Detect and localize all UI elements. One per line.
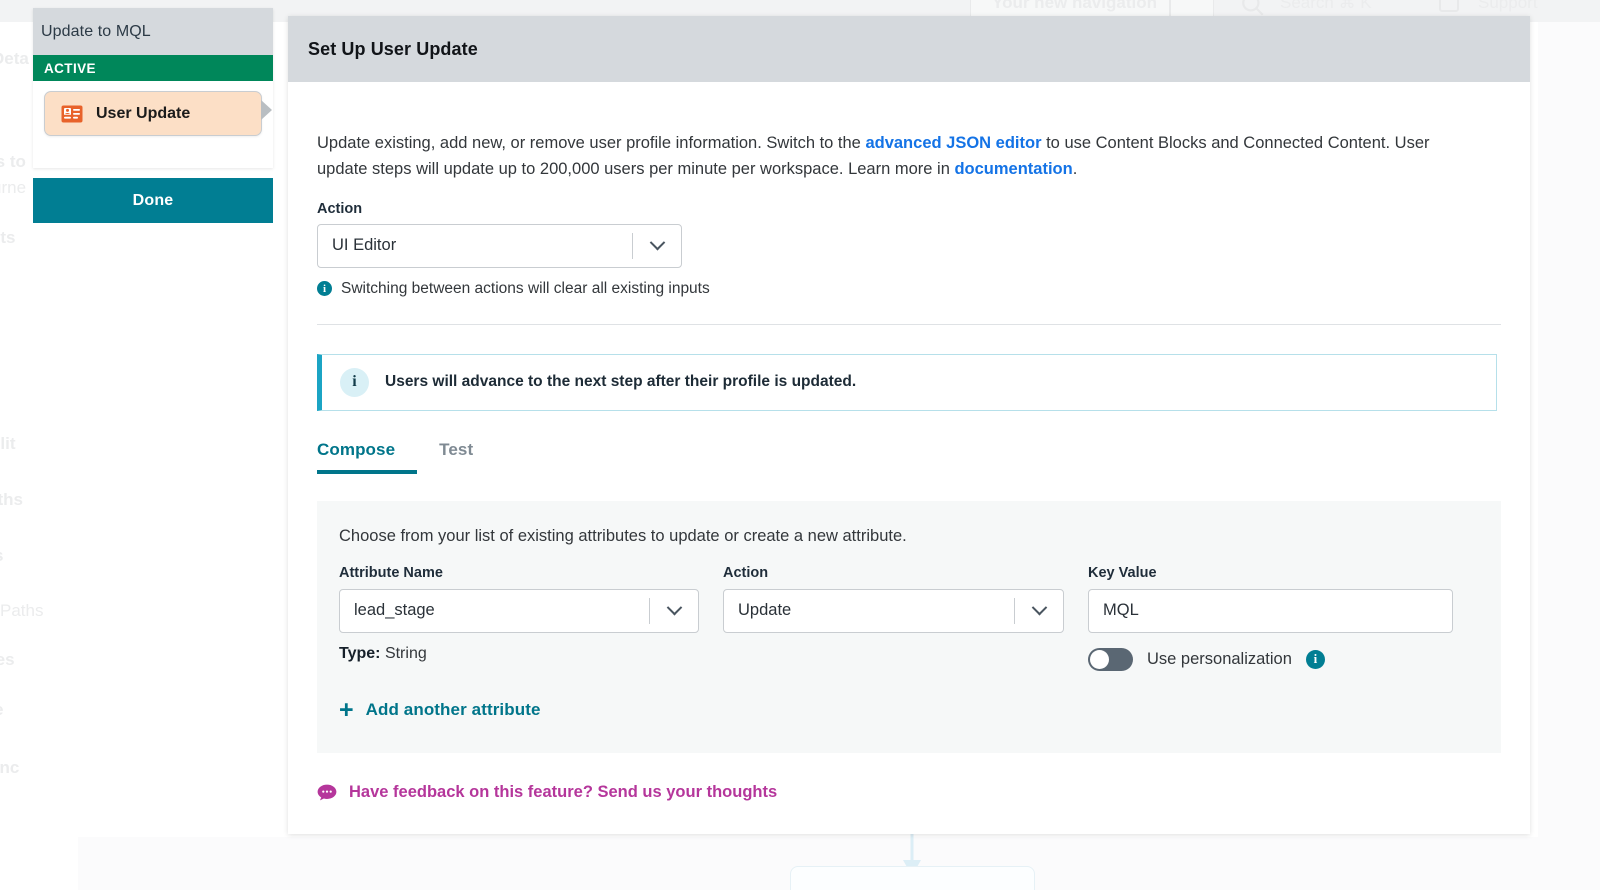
- page-title: Set Up User Update: [308, 39, 478, 60]
- action-hint-row: i Switching between actions will clear a…: [317, 280, 1501, 298]
- background-faint-text: tes: [0, 650, 15, 670]
- key-value-text: MQL: [1089, 601, 1452, 620]
- attributes-card: Choose from your list of existing attrib…: [317, 501, 1501, 753]
- setup-modal: Set Up User Update Update existing, add …: [288, 16, 1530, 834]
- background-faint-text: s: [0, 546, 3, 566]
- attribute-action-select[interactable]: Update: [723, 589, 1064, 633]
- personalization-row: Use personalization i: [1088, 648, 1453, 671]
- background-faint-text: urne: [0, 178, 26, 198]
- info-icon[interactable]: i: [1306, 650, 1325, 669]
- attribute-action-value: Update: [724, 601, 1014, 620]
- tab-bar: Compose Test: [317, 440, 1501, 474]
- background-faint-text: nts: [0, 228, 16, 248]
- intro-part1: Update existing, add new, or remove user…: [317, 134, 865, 152]
- background-faint-text: e: [0, 700, 3, 720]
- action-select-value: UI Editor: [318, 236, 632, 255]
- attribute-type-row: Type: String: [339, 645, 699, 663]
- step-status-bar: ACTIVE: [33, 55, 273, 81]
- grid-gap: [699, 565, 723, 671]
- attribute-key-value-cell: Key Value MQL Use personalization i: [1088, 565, 1453, 671]
- action-label: Action: [317, 201, 1501, 217]
- step-panel-header: Update to MQL: [33, 8, 273, 55]
- background-nav-hint: Your new navigation: [992, 0, 1157, 13]
- toggle-knob: [1090, 650, 1109, 669]
- add-another-attribute-button[interactable]: + Add another attribute: [339, 698, 1479, 723]
- use-personalization-label: Use personalization: [1147, 650, 1292, 669]
- chevron-down-icon[interactable]: [633, 240, 681, 251]
- step-card-wrap: User Update: [33, 81, 273, 136]
- id-card-icon: [61, 105, 83, 123]
- attribute-name-cell: Attribute Name lead_stage Type: String: [339, 565, 699, 671]
- done-button[interactable]: Done: [33, 178, 273, 223]
- info-callout: i Users will advance to the next step af…: [317, 354, 1497, 411]
- column-header-attribute-name: Attribute Name: [339, 565, 699, 581]
- feedback-link[interactable]: Have feedback on this feature? Send us y…: [317, 783, 1501, 802]
- column-header-key-value: Key Value: [1088, 565, 1453, 581]
- attribute-name-value: lead_stage: [340, 601, 649, 620]
- background-faint-text: Deta: [0, 49, 29, 69]
- background-faint-text: aths: [0, 490, 23, 510]
- info-callout-text: Users will advance to the next step afte…: [385, 373, 856, 391]
- chevron-down-icon[interactable]: [650, 605, 698, 616]
- background-search-label: Search ⌘ K: [1280, 0, 1372, 13]
- documentation-link[interactable]: documentation: [954, 160, 1072, 178]
- action-hint-text: Switching between actions will clear all…: [341, 280, 710, 298]
- chevron-down-icon[interactable]: [1015, 605, 1063, 616]
- intro-part3: .: [1073, 160, 1078, 178]
- background-faint-text: ts to: [0, 152, 26, 172]
- plus-icon: +: [339, 698, 354, 723]
- background-faint-text: Paths: [0, 601, 43, 621]
- add-another-attribute-label: Add another attribute: [366, 700, 541, 720]
- support-icon: [1438, 0, 1462, 17]
- attribute-type-label: Type:: [339, 645, 380, 662]
- grid-gap: [1064, 565, 1088, 671]
- feedback-label: Have feedback on this feature? Send us y…: [349, 783, 777, 802]
- modal-header: Set Up User Update: [288, 16, 1530, 82]
- tab-compose[interactable]: Compose: [317, 440, 395, 474]
- info-icon: i: [340, 368, 369, 397]
- background-faint-text: ync: [0, 758, 19, 778]
- chat-bubble-icon: [317, 784, 337, 801]
- use-personalization-toggle[interactable]: [1088, 648, 1133, 671]
- flow-node-placeholder: [790, 866, 1035, 890]
- modal-body: Update existing, add new, or remove user…: [288, 99, 1530, 802]
- screen-root: Your new navigation Search ⌘ K Support D…: [0, 0, 1600, 890]
- step-card-label: User Update: [96, 105, 190, 123]
- attribute-type-value: String: [385, 645, 427, 662]
- advanced-json-editor-link[interactable]: advanced JSON editor: [865, 134, 1041, 152]
- section-divider: [317, 324, 1501, 325]
- attributes-row: Attribute Name lead_stage Type: String A…: [339, 565, 1479, 671]
- step-panel-title: Update to MQL: [41, 23, 151, 41]
- background-faint-text: plit: [0, 434, 16, 454]
- attribute-name-select[interactable]: lead_stage: [339, 589, 699, 633]
- step-panel: Update to MQL ACTIVE User Update: [33, 8, 273, 168]
- info-icon: i: [317, 281, 332, 296]
- attribute-action-cell: Action Update: [723, 565, 1064, 671]
- step-card-user-update[interactable]: User Update: [44, 91, 262, 136]
- key-value-input[interactable]: MQL: [1088, 589, 1453, 633]
- column-header-action: Action: [723, 565, 1064, 581]
- tab-test[interactable]: Test: [439, 440, 473, 474]
- attributes-description: Choose from your list of existing attrib…: [339, 527, 1479, 546]
- status-badge: ACTIVE: [44, 61, 96, 76]
- step-card-arrow-icon: [261, 100, 272, 120]
- action-select[interactable]: UI Editor: [317, 224, 682, 268]
- intro-paragraph: Update existing, add new, or remove user…: [317, 99, 1442, 182]
- background-support-label: Support: [1478, 0, 1538, 13]
